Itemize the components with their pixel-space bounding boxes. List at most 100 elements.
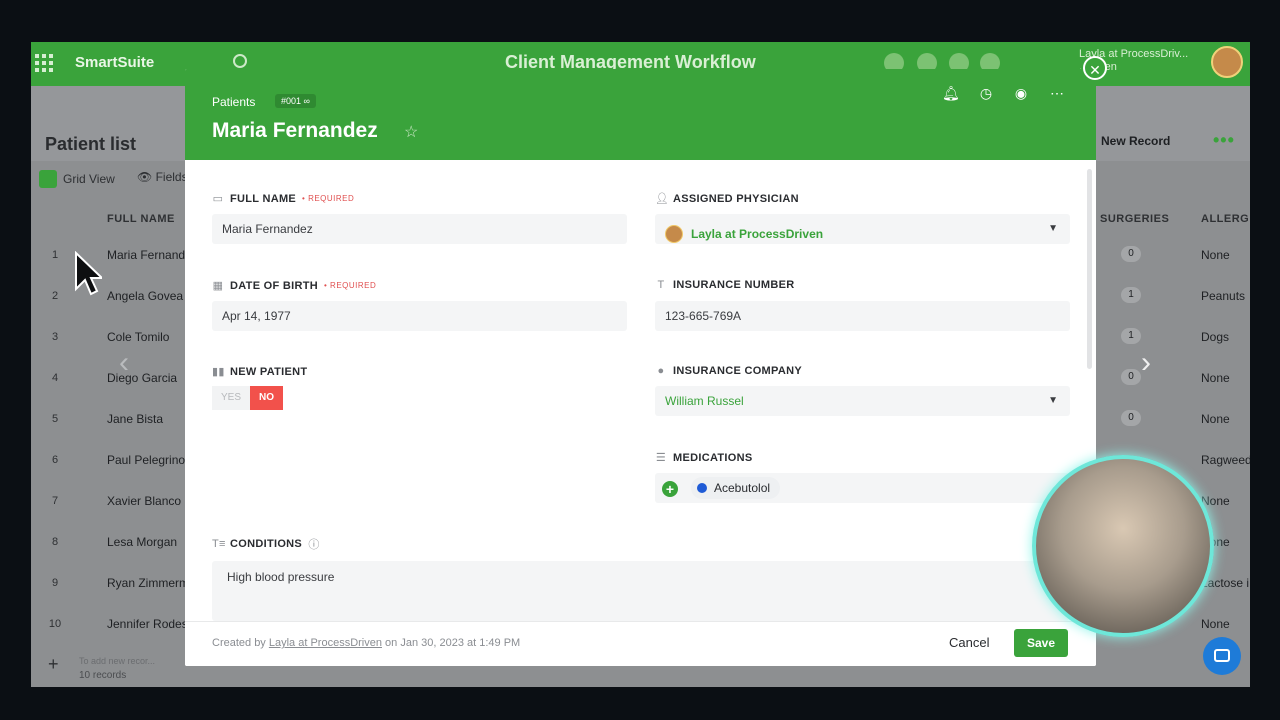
allergy-cell[interactable]: Ragweed — [1201, 453, 1250, 467]
more-icon[interactable]: ••• — [1213, 130, 1235, 151]
fields-button[interactable]: 👁 Fields — [137, 170, 188, 184]
physician-chip[interactable]: Layla at ProcessDriven — [665, 219, 823, 249]
row-number: 6 — [51, 454, 59, 466]
record-modal: Patients #001 ∞ Maria Fernandez ☆ 🔔︎ ◷ ◉… — [185, 69, 1096, 666]
allergy-cell[interactable]: None — [1201, 412, 1230, 426]
close-icon[interactable]: ✕ — [1083, 56, 1107, 80]
mouse-cursor-icon — [75, 251, 102, 296]
allergy-cell[interactable]: Dogs — [1201, 330, 1229, 344]
apps-grid-icon[interactable] — [35, 54, 53, 72]
add-medication-button[interactable]: + — [662, 481, 678, 497]
breadcrumb[interactable]: Patients — [212, 95, 255, 109]
modal-scrollbar[interactable] — [1087, 169, 1092, 369]
star-icon[interactable]: ☆ — [404, 122, 418, 142]
webcam-overlay — [1032, 455, 1214, 637]
link-record-icon: ● — [657, 365, 665, 377]
previous-record-icon[interactable]: ‹ — [119, 346, 129, 380]
chevron-down-icon[interactable]: ▼ — [1048, 214, 1058, 244]
allergy-cell[interactable]: Peanuts — [1201, 289, 1245, 303]
surgeries-count: 1 — [1121, 287, 1141, 303]
full-name-field[interactable]: Maria Fernandez — [212, 214, 627, 244]
next-record-icon[interactable]: › — [1141, 346, 1151, 380]
full-name-label: ▭ FULL NAME • REQUIRED — [212, 192, 355, 206]
allergy-cell[interactable]: None — [1201, 494, 1230, 508]
record-id-badge[interactable]: #001 ∞ — [275, 94, 316, 108]
info-icon[interactable]: ⓘ — [308, 536, 320, 552]
save-button[interactable]: Save — [1014, 629, 1068, 657]
toggle-icon: ▮▮ — [212, 366, 225, 378]
medication-color-dot — [697, 483, 707, 493]
row-number: 5 — [51, 413, 59, 425]
list-title[interactable]: Patient list — [45, 134, 136, 155]
row-name[interactable]: Cole Tomilo — [107, 330, 185, 344]
yes-option[interactable]: YES — [212, 386, 251, 410]
brand-name[interactable]: SmartSuite — [75, 54, 154, 71]
cancel-button[interactable]: Cancel — [949, 635, 989, 650]
list-icon: ☰ — [655, 452, 667, 464]
link-icon: ∞ — [303, 96, 310, 106]
allergy-cell[interactable]: None — [1201, 371, 1230, 385]
modal-header: Patients #001 ∞ Maria Fernandez ☆ 🔔︎ ◷ ◉… — [185, 69, 1096, 160]
conditions-label: T≡ CONDITIONS ⓘ — [212, 536, 320, 552]
medication-chip[interactable]: Acebutolol — [691, 477, 781, 499]
row-name[interactable]: Jennifer Rodes — [107, 617, 185, 631]
record-title: Maria Fernandez — [212, 119, 378, 142]
row-number: 8 — [51, 536, 59, 548]
modal-footer: Created by Layla at ProcessDriven on Jan… — [185, 621, 1096, 666]
bell-icon[interactable]: 🔔︎ — [942, 85, 960, 101]
allergy-cell[interactable]: Lactose i — [1201, 576, 1249, 590]
text-area-icon: T≡ — [212, 538, 226, 550]
column-header-surgeries[interactable]: SURGERIES — [1100, 213, 1169, 225]
row-name[interactable]: Xavier Blanco — [107, 494, 185, 508]
row-number: 10 — [48, 618, 62, 630]
chat-icon — [1214, 649, 1230, 662]
no-option[interactable]: NO — [250, 386, 284, 410]
dob-label: ▦ DATE OF BIRTH • REQUIRED — [212, 279, 377, 293]
column-header-allergies[interactable]: ALLERGI — [1201, 213, 1250, 225]
insurance-company-value[interactable]: William Russel — [665, 394, 744, 408]
new-record-button[interactable]: New Record — [1101, 134, 1170, 148]
user-avatar[interactable] — [1211, 46, 1243, 78]
surgeries-count: 1 — [1121, 328, 1141, 344]
more-icon[interactable]: ⋯ — [1049, 85, 1065, 101]
search-icon[interactable] — [233, 54, 247, 68]
allergy-cell[interactable]: None — [1201, 617, 1230, 631]
row-number: 2 — [51, 290, 59, 302]
insurance-company-label: ● INSURANCE COMPANY — [655, 365, 802, 377]
grid-view-icon — [39, 170, 57, 188]
chevron-down-icon[interactable]: ▼ — [1048, 386, 1058, 416]
created-info: Created by Layla at ProcessDriven on Jan… — [212, 637, 521, 649]
row-name[interactable]: Paul Pelegrino — [107, 453, 185, 467]
add-row-button[interactable]: + — [48, 654, 59, 675]
grid-view-button[interactable]: Grid View — [39, 170, 115, 188]
insurance-company-select[interactable]: William Russel ▼ — [655, 386, 1070, 416]
medications-field: + Acebutolol — [655, 473, 1070, 503]
dob-field[interactable]: Apr 14, 1977 — [212, 301, 627, 331]
row-number: 9 — [51, 577, 59, 589]
chat-icon[interactable]: ◉ — [1013, 85, 1029, 101]
clock-icon[interactable]: ◷ — [978, 85, 994, 101]
row-name[interactable]: Maria Fernandez — [107, 248, 185, 262]
medications-label: ☰ MEDICATIONS — [655, 451, 753, 465]
row-name[interactable]: Angela Govea — [107, 289, 185, 303]
row-name[interactable]: Ryan Zimmerman — [107, 576, 185, 590]
row-name[interactable]: Lesa Morgan — [107, 535, 185, 549]
insurance-number-label: T INSURANCE NUMBER — [655, 279, 795, 291]
records-count: 10 records — [79, 670, 127, 681]
surgeries-count: 0 — [1121, 246, 1141, 262]
surgeries-count: 0 — [1121, 369, 1141, 385]
insurance-number-field[interactable]: 123-665-769A — [655, 301, 1070, 331]
add-row-hint: To add new recor... — [79, 656, 156, 666]
row-name[interactable]: Jane Bista — [107, 412, 185, 426]
new-patient-toggle[interactable]: YES NO — [212, 386, 284, 410]
surgeries-count: 0 — [1121, 410, 1141, 426]
physician-select[interactable]: Layla at ProcessDriven ▼ — [655, 214, 1070, 244]
creator-link[interactable]: Layla at ProcessDriven — [269, 637, 382, 649]
allergy-cell[interactable]: None — [1201, 248, 1230, 262]
support-chat-button[interactable] — [1203, 637, 1241, 675]
conditions-field[interactable]: High blood pressure — [212, 561, 1069, 621]
physician-label: 👤︎ ASSIGNED PHYSICIAN — [655, 192, 799, 206]
text-type-icon: T — [657, 279, 665, 291]
row-number: 3 — [51, 331, 59, 343]
column-header-full-name[interactable]: FULL NAME — [107, 213, 175, 225]
